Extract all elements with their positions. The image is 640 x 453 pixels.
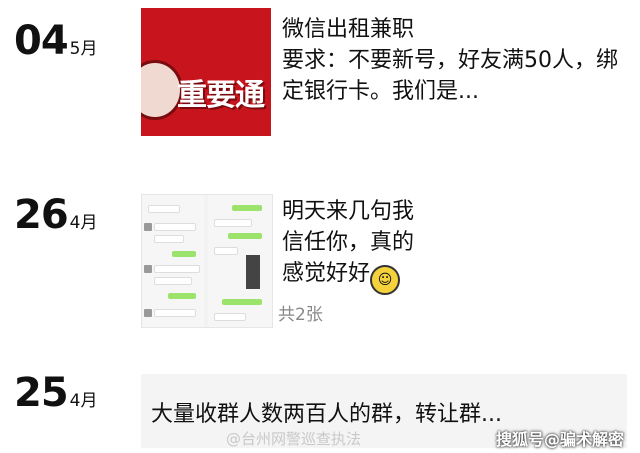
date-month: 5月 [69,39,98,59]
post-body: 要求：不要新号，好友满50人，绑定银行卡。我们是... [282,48,618,104]
date-day: 04 [14,18,69,64]
banner-text: 重要通 [177,78,265,113]
date-month: 4月 [69,213,98,233]
post-body: 大量收群人数两百人的群，转让群... [151,402,502,427]
post-date: 26 4月 [14,192,98,238]
chat-pane-right [208,195,272,327]
post-text: 微信出租兼职 要求：不要新号，好友满50人，绑定银行卡。我们是... [282,14,627,107]
banner-graphic: 重要通 [141,60,271,120]
grinning-face-icon: ☺ [370,265,401,295]
post-date: 04 5月 [14,18,98,64]
post-title: 微信出租兼职 [282,17,415,42]
date-day: 25 [14,370,69,416]
watermark-left: @台州网警巡查执法 [226,430,362,448]
post-thumbnail[interactable]: 重要通 [141,8,271,136]
date-day: 26 [14,192,69,238]
image-count: 共2张 [278,305,323,325]
watermark-right: 搜狐号@骗术解密 [496,430,625,449]
post-date: 25 4月 [14,370,98,416]
date-month: 4月 [69,391,98,411]
post-text: 明天来几句我信任你，真的感觉好好 ☺ [282,196,432,295]
chat-pane-left [142,195,204,327]
chat-screenshot-thumbnail[interactable] [141,194,273,328]
